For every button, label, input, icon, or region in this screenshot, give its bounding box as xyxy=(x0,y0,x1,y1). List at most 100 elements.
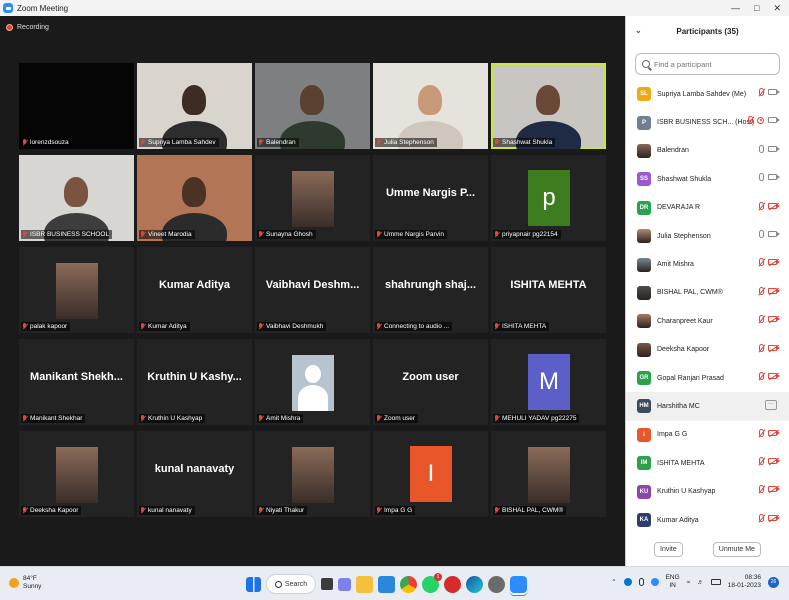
participant-avatar: SL xyxy=(637,87,651,102)
mic-muted-icon xyxy=(494,139,500,146)
participant-row[interactable]: DR DEVARAJA R xyxy=(626,194,789,222)
mic-muted-icon xyxy=(258,323,264,330)
video-tile[interactable]: I Impa G G xyxy=(373,431,488,517)
participant-row[interactable]: Charanpreet Kaur xyxy=(626,307,789,335)
more-options-icon[interactable]: ··· xyxy=(765,400,777,411)
windows-start-icon[interactable] xyxy=(246,576,261,592)
task-view-icon[interactable] xyxy=(321,578,333,590)
participant-row[interactable]: BISHAL PAL, CWM® xyxy=(626,279,789,307)
video-tile[interactable]: M MEHULI YADAV pg22275 xyxy=(491,339,606,425)
video-tile[interactable]: ISHITA MEHTA ISHITA MEHTA xyxy=(491,247,606,333)
tile-name-label: Supriya Lamba Sahdev xyxy=(139,138,219,147)
language-indicator[interactable]: ENG IN xyxy=(666,574,680,590)
video-tile[interactable]: Supriya Lamba Sahdev xyxy=(137,63,252,149)
video-off-icon xyxy=(768,259,780,266)
video-off-icon xyxy=(768,344,780,351)
participant-row[interactable]: SS Shashwat Shukla xyxy=(626,165,789,193)
participant-name: Supriya Lamba Sahdev (Me) xyxy=(657,90,747,98)
file-explorer-icon[interactable] xyxy=(356,575,373,593)
participant-row[interactable]: KU Kruthin U Kashyap xyxy=(626,477,789,505)
participant-status-icons xyxy=(759,144,780,153)
clock[interactable]: 08:36 18-01-2023 xyxy=(728,574,761,590)
participant-row[interactable]: Deeksha Kapoor xyxy=(626,336,789,364)
participant-row[interactable]: IM ISHITA MEHTA xyxy=(626,449,789,477)
video-icon xyxy=(768,145,780,152)
participant-status-icons xyxy=(759,457,780,466)
settings-gear-icon[interactable] xyxy=(488,575,505,593)
wifi-icon[interactable]: ≈ xyxy=(687,579,691,586)
mic-muted-icon xyxy=(376,139,382,146)
chrome-icon[interactable] xyxy=(400,575,417,593)
video-tile[interactable]: Zoom user Zoom user xyxy=(373,339,488,425)
video-tile[interactable]: Deeksha Kapoor xyxy=(19,431,134,517)
notification-badge[interactable]: 26 xyxy=(768,576,779,588)
mic-muted-icon xyxy=(494,415,500,422)
video-tile[interactable]: lorenzdsouza xyxy=(19,63,134,149)
mic-muted-icon xyxy=(494,323,500,330)
video-tile[interactable]: Julia Stephenson xyxy=(373,63,488,149)
video-tile[interactable]: Niyati Thakur xyxy=(255,431,370,517)
recording-indicator[interactable]: Recording xyxy=(6,24,49,31)
video-tile[interactable]: Kruthin U Kashy... Kruthin U Kashyap xyxy=(137,339,252,425)
video-tile[interactable]: shahrungh shaj... Connecting to audio ... xyxy=(373,247,488,333)
participant-row[interactable]: Balendran xyxy=(626,137,789,165)
meeting-area: Recording lorenzdsouza Supriya Lamba Sahd… xyxy=(0,16,625,566)
tile-name-text: Umme Nargis Parvin xyxy=(384,231,444,238)
chevron-down-icon[interactable]: ⌄ xyxy=(635,26,642,35)
video-tile[interactable]: Balendran xyxy=(255,63,370,149)
video-tile[interactable]: Shashwat Shukla xyxy=(491,63,606,149)
participant-row[interactable]: HM Harshitha MC ··· xyxy=(626,392,789,421)
participant-name: Balendran xyxy=(657,147,689,155)
chevron-up-icon[interactable]: ⌃ xyxy=(611,578,616,586)
edge-icon[interactable] xyxy=(466,575,483,593)
whatsapp-icon[interactable]: 1 xyxy=(422,572,442,593)
battery-icon[interactable] xyxy=(710,579,721,585)
minimize-button[interactable]: — xyxy=(731,3,740,13)
video-tile[interactable]: Manikant Shekh... Manikant Shekhar xyxy=(19,339,134,425)
participant-row[interactable]: Amit Mishra xyxy=(626,250,789,278)
maximize-button[interactable]: □ xyxy=(754,3,759,13)
close-button[interactable]: ✕ xyxy=(773,3,781,14)
unmute-me-button[interactable]: Unmute Me xyxy=(712,542,761,557)
microsoft-store-icon[interactable] xyxy=(378,575,395,593)
video-tile[interactable]: Kumar Aditya Kumar Aditya xyxy=(137,247,252,333)
zoom-tray-icon[interactable] xyxy=(650,578,659,586)
mic-icon[interactable] xyxy=(638,578,644,586)
zoom-app-icon[interactable] xyxy=(510,575,527,593)
mic-muted-icon xyxy=(22,323,28,330)
video-tile[interactable]: Vaibhavi Deshm... Vaibhavi Deshmukh xyxy=(255,247,370,333)
video-tile[interactable]: p priyapnair pg22154 xyxy=(491,155,606,241)
video-tile[interactable]: BISHAL PAL, CWM® xyxy=(491,431,606,517)
window-controls: — □ ✕ xyxy=(731,0,781,16)
opera-icon[interactable] xyxy=(444,575,461,593)
onedrive-icon[interactable] xyxy=(623,578,632,586)
sun-icon xyxy=(9,578,19,588)
chat-icon[interactable] xyxy=(338,577,351,591)
lang-code: ENG xyxy=(665,574,680,581)
participant-row[interactable]: SL Supriya Lamba Sahdev (Me) xyxy=(626,80,789,108)
participant-row[interactable]: GR Gopal Ranjan Prasad xyxy=(626,364,789,392)
weather-widget[interactable]: 84°F Sunny xyxy=(9,575,41,591)
recording-icon xyxy=(757,116,764,124)
participant-avatar xyxy=(637,285,651,300)
video-tile[interactable]: Vineet Marodia xyxy=(137,155,252,241)
video-tile[interactable]: Sunayna Ghosh xyxy=(255,155,370,241)
search-input[interactable] xyxy=(654,59,774,69)
participant-row[interactable]: Julia Stephenson xyxy=(626,222,789,250)
participant-search[interactable] xyxy=(635,53,780,75)
video-tile[interactable]: ISBR BUSINESS SCHOOL xyxy=(19,155,134,241)
mic-muted-icon xyxy=(22,507,28,514)
tile-name-text: Vaibhavi Deshmukh xyxy=(266,323,324,330)
invite-button[interactable]: Invite xyxy=(654,542,683,557)
participant-row[interactable]: I Impa G G xyxy=(626,421,789,449)
video-tile[interactable]: kunal nanavaty kunal nanavaty xyxy=(137,431,252,517)
video-tile[interactable]: Amit Mishra xyxy=(255,339,370,425)
participant-status-icons xyxy=(759,315,780,324)
mic-icon xyxy=(759,144,764,153)
video-tile[interactable]: Umme Nargis P... Umme Nargis Parvin xyxy=(373,155,488,241)
participant-row[interactable]: KA Kumar Aditya xyxy=(626,506,789,534)
volume-icon[interactable]: ♬ xyxy=(697,579,704,586)
taskbar-search[interactable]: Search xyxy=(266,574,316,594)
video-tile[interactable]: palak kapoor xyxy=(19,247,134,333)
participant-row[interactable]: P ISBR BUSINESS SCH... (Host) xyxy=(626,108,789,136)
